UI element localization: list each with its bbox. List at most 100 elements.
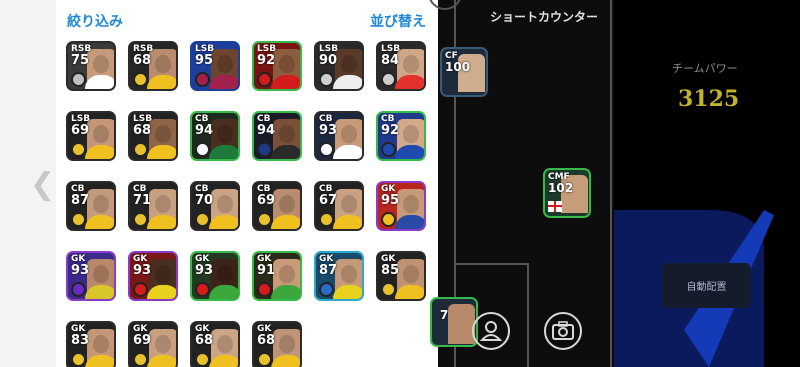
pitch-player-cf[interactable]: CF 100 [440,47,488,97]
player-kit [209,215,238,229]
player-card[interactable]: CB 71 [128,181,178,231]
player-kit [209,355,238,367]
player-kit [147,285,176,299]
player-rating: 69 [71,123,90,138]
player-photo [448,304,475,344]
player-rating: 93 [71,263,90,278]
pitch-line [610,0,612,367]
pitch-line [454,263,529,265]
player-kit [85,145,114,159]
player-rating: 95 [381,193,400,208]
player-card[interactable]: LSB 69 [66,111,116,161]
player-rating: 85 [381,263,400,278]
club-badge-icon [133,352,148,367]
club-badge-icon [195,282,210,297]
player-kit [147,75,176,89]
player-card[interactable]: GK 68 [252,321,302,367]
auto-place-button[interactable]: 自動配置 [662,263,751,308]
club-badge-icon [133,282,148,297]
player-rating: 93 [133,263,152,278]
player-card[interactable]: GK 95 [376,181,426,231]
player-card[interactable]: RSB 68 [128,41,178,91]
background-graphic [614,210,774,367]
club-badge-icon [133,72,148,87]
player-rating: 68 [195,333,214,348]
player-card[interactable]: GK 87 [314,251,364,301]
player-rating: 68 [257,333,276,348]
club-badge-icon [319,142,334,157]
player-card[interactable]: GK 85 [376,251,426,301]
player-kit [147,145,176,159]
player-card[interactable]: LSB 92 [252,41,302,91]
player-rating: 69 [257,193,276,208]
player-kit [395,285,424,299]
club-badge-icon [71,352,86,367]
player-kit [333,215,362,229]
player-rating: 94 [195,123,214,138]
team-power-value: 3125 [678,86,740,112]
club-badge-icon [71,72,86,87]
club-badge-icon [195,352,210,367]
club-badge-icon [381,282,396,297]
club-badge-icon [257,352,272,367]
player-card[interactable]: LSB 68 [128,111,178,161]
player-card[interactable]: CB 87 [66,181,116,231]
player-card[interactable]: GK 83 [66,321,116,367]
player-kit [333,145,362,159]
camera-button[interactable] [544,312,582,350]
player-kit [85,285,114,299]
player-card[interactable]: LSB 84 [376,41,426,91]
player-kit [395,145,424,159]
player-rating: 100 [445,60,471,74]
team-power-label: チームパワー [672,62,738,75]
club-badge-icon [133,212,148,227]
player-rating: 68 [133,123,152,138]
player-rating: 93 [195,263,214,278]
player-rating: 87 [71,193,90,208]
flag-icon [548,201,562,212]
chevron-left-icon[interactable]: ❮ [30,170,55,200]
player-card[interactable]: GK 91 [252,251,302,301]
club-badge-icon [133,142,148,157]
club-badge-icon [257,212,272,227]
player-kit [271,75,300,89]
club-badge-icon [195,212,210,227]
player-kit [147,355,176,367]
player-kit [209,145,238,159]
player-rating: 94 [257,123,276,138]
player-rating: 95 [195,53,214,68]
player-card[interactable]: LSB 95 [190,41,240,91]
player-card[interactable]: CB 92 [376,111,426,161]
club-badge-icon [381,212,396,227]
profile-button[interactable] [472,312,510,350]
player-card[interactable]: CB 94 [252,111,302,161]
player-card[interactable]: RSB 75 [66,41,116,91]
player-card[interactable]: GK 68 [190,321,240,367]
player-card[interactable]: GK 93 [190,251,240,301]
player-card[interactable]: CB 94 [190,111,240,161]
player-card[interactable]: CB 70 [190,181,240,231]
player-rating: 70 [195,193,214,208]
pitch-player-bottom[interactable]: 7 [430,297,478,347]
player-kit [333,75,362,89]
sort-button[interactable]: 並び替え [370,11,426,31]
player-card[interactable]: CB 67 [314,181,364,231]
club-badge-icon [195,142,210,157]
player-card[interactable]: LSB 90 [314,41,364,91]
player-rating: 67 [319,193,338,208]
filter-button[interactable]: 絞り込み [67,11,123,31]
player-card[interactable]: CB 93 [314,111,364,161]
pitch-player-cmf[interactable]: CMF 102 [543,168,591,218]
player-rating: 87 [319,263,338,278]
camera-icon [552,321,574,340]
player-card[interactable]: GK 69 [128,321,178,367]
player-kit [271,215,300,229]
player-kit [85,215,114,229]
player-card[interactable]: GK 93 [128,251,178,301]
player-card[interactable]: CB 69 [252,181,302,231]
player-kit [209,75,238,89]
player-card[interactable]: GK 93 [66,251,116,301]
player-kit [85,355,114,367]
club-badge-icon [257,142,272,157]
player-rating: 91 [257,263,276,278]
